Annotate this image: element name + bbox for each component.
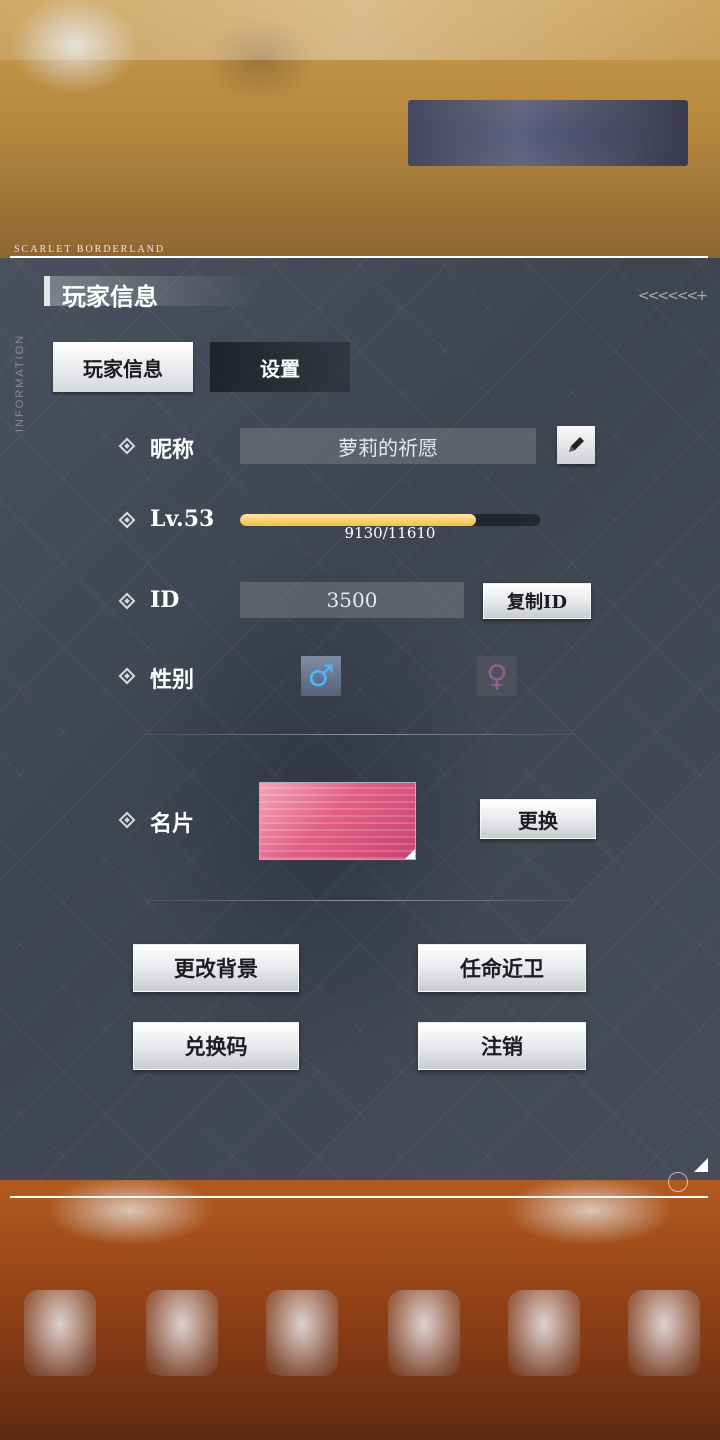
gender-label: 性别 bbox=[150, 667, 195, 693]
corner-ring-decoration bbox=[668, 1172, 688, 1192]
panel-texture bbox=[0, 258, 720, 1180]
copy-id-button[interactable]: 复制ID bbox=[483, 583, 591, 619]
level-label: Lv.53 bbox=[150, 506, 215, 532]
appoint-guard-button[interactable]: 任命近卫 bbox=[418, 944, 586, 992]
section-divider bbox=[116, 734, 600, 735]
card-label: 名片 bbox=[150, 811, 195, 837]
frame-line-bottom bbox=[10, 1196, 708, 1198]
background-bottom-scene bbox=[0, 1180, 720, 1440]
corner-triangle-decoration bbox=[694, 1158, 708, 1172]
id-field: 3500 bbox=[240, 582, 464, 618]
name-card-preview[interactable] bbox=[260, 783, 415, 859]
brand-text: SCARLET BORDERLAND bbox=[14, 244, 166, 255]
side-vertical-text: INFORMATION bbox=[14, 333, 26, 432]
edit-nickname-button[interactable] bbox=[557, 426, 595, 464]
female-symbol-icon: ♀ bbox=[486, 658, 508, 694]
tab-settings[interactable]: 设置 bbox=[210, 342, 350, 392]
xp-text: 9130/11610 bbox=[344, 524, 436, 542]
player-info-panel bbox=[0, 258, 720, 1180]
female-gender-option[interactable]: ♀ bbox=[477, 656, 517, 696]
background-menu-icon bbox=[266, 1290, 338, 1376]
redeem-code-button[interactable]: 兑换码 bbox=[133, 1022, 299, 1070]
change-card-button[interactable]: 更换 bbox=[480, 799, 596, 839]
chevron-decoration: <<<<<<+ bbox=[637, 288, 708, 304]
male-gender-option[interactable]: ♂ bbox=[301, 656, 341, 696]
background-menu-icon bbox=[628, 1290, 700, 1376]
background-menu-icon bbox=[388, 1290, 460, 1376]
background-menu-icon bbox=[24, 1290, 96, 1376]
pencil-icon bbox=[569, 437, 584, 452]
nickname-label: 昵称 bbox=[150, 437, 195, 463]
background-banner bbox=[408, 100, 688, 166]
tab-player-info[interactable]: 玩家信息 bbox=[53, 342, 193, 392]
panel-title: 玩家信息 bbox=[62, 282, 158, 311]
nickname-field: 萝莉的祈愿 bbox=[240, 428, 536, 464]
change-background-button[interactable]: 更改背景 bbox=[133, 944, 299, 992]
section-divider bbox=[116, 900, 600, 901]
background-menu-icon bbox=[508, 1290, 580, 1376]
male-symbol-icon: ♂ bbox=[307, 658, 335, 694]
id-label: ID bbox=[150, 587, 180, 613]
logout-button[interactable]: 注销 bbox=[418, 1022, 586, 1070]
background-menu-icon bbox=[146, 1290, 218, 1376]
